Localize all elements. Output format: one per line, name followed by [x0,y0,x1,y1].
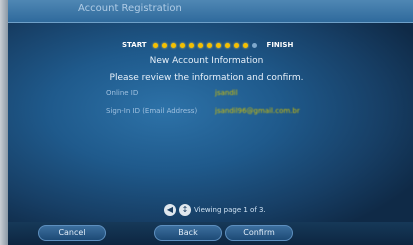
progress-dot-complete [179,42,185,48]
page-indicator-text: Viewing page 1 of 3. [194,206,266,214]
progress-dot-complete [170,42,176,48]
field-sign-in-id: Sign-In ID (Email Address) jsandil96@gma… [106,107,300,119]
page-indicator: ◀ ↕ Viewing page 1 of 3. [164,204,266,216]
field-label: Online ID [106,89,139,97]
title-bar: Account Registration [8,0,413,23]
progress-dot-complete [242,42,248,48]
progress-dot-complete [233,42,239,48]
registration-progress: START FINISH [122,39,312,51]
instruction-text: Please review the information and confir… [109,73,304,83]
progress-dot-complete [215,42,221,48]
back-button[interactable]: Back [154,225,222,241]
progress-finish-label: FINISH [266,41,294,49]
field-label: Sign-In ID (Email Address) [106,107,198,115]
progress-dots [152,42,261,48]
progress-dot-complete [152,42,158,48]
page-scroll-icon[interactable]: ↕ [179,204,191,216]
field-value: jsandil96@gmail.com.br [215,107,300,115]
progress-dot-complete [224,42,230,48]
page-title: Account Registration [78,3,182,14]
field-value: jsandil [215,89,238,97]
confirm-button[interactable]: Confirm [225,225,293,241]
arrow-left-icon[interactable]: ◀ [164,204,176,216]
progress-dot-complete [161,42,167,48]
progress-dot-complete [197,42,203,48]
device-bezel [0,0,8,245]
button-bar: Cancel Back Confirm [8,222,413,245]
progress-dot-complete [206,42,212,48]
section-heading: New Account Information [149,56,264,66]
cancel-button[interactable]: Cancel [38,225,106,241]
progress-start-label: START [122,41,147,49]
progress-dot-complete [188,42,194,48]
progress-dot-pending [251,42,257,48]
field-online-id: Online ID jsandil [106,89,238,101]
